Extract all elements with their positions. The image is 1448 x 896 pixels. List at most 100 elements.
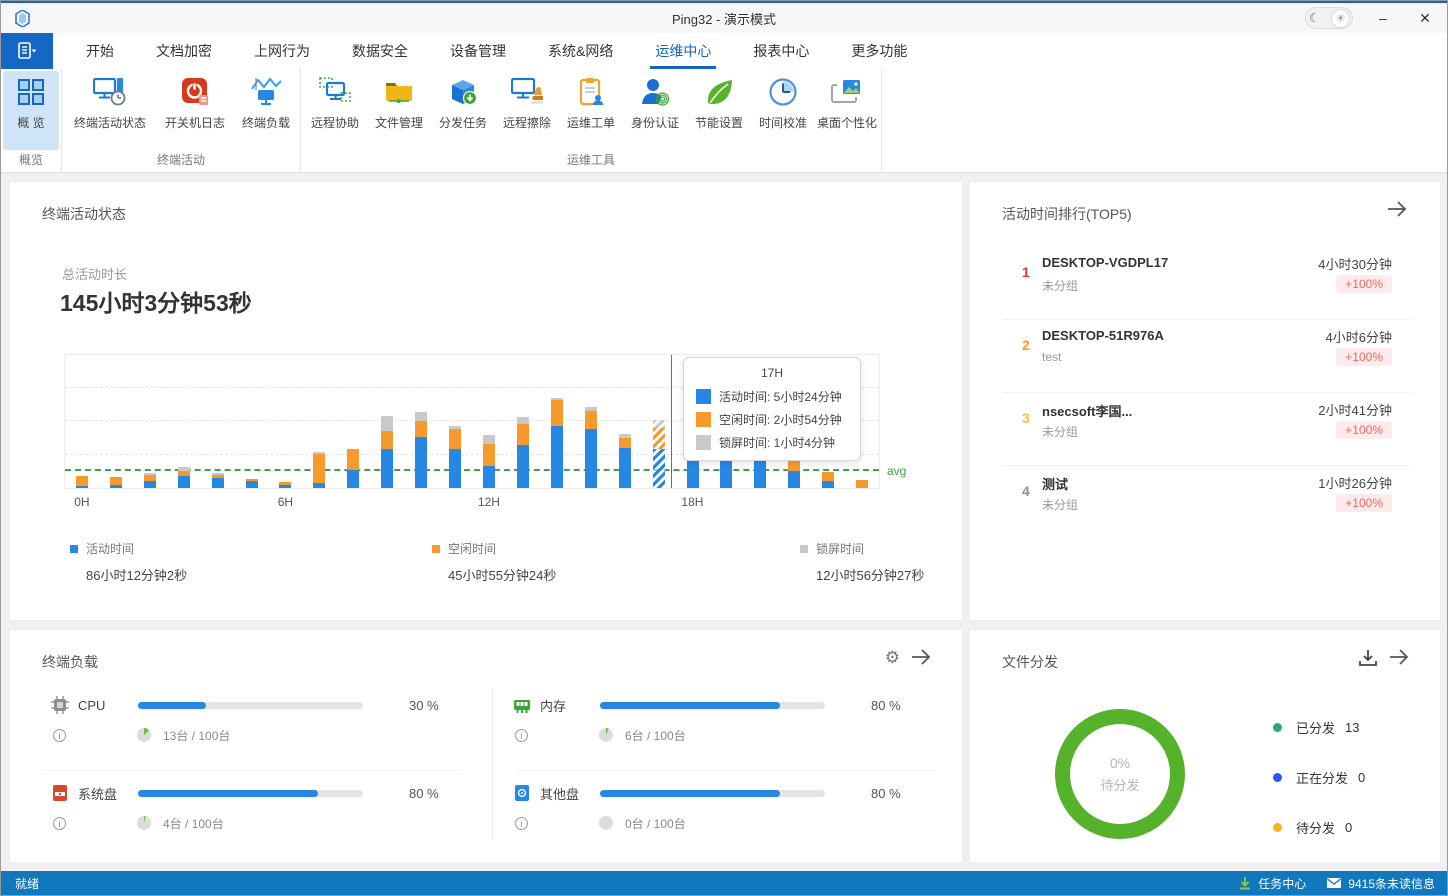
divider xyxy=(492,688,493,840)
metric-percent: 80 % xyxy=(871,786,901,801)
load-chart-icon xyxy=(250,77,282,107)
bar-segment xyxy=(619,448,631,488)
bar-hour-9H[interactable] xyxy=(370,355,404,488)
theme-toggle[interactable]: ☾ ☀ xyxy=(1305,7,1353,29)
bar-segment xyxy=(381,449,393,488)
legend-item-locked: 锁屏时间 12小时56分钟27秒 xyxy=(800,540,924,584)
top5-row-4[interactable]: 4 测试 未分组 1小时26分钟 +100% xyxy=(1002,466,1410,539)
top5-row-2[interactable]: 2 DESKTOP-51R976A test 4小时6分钟 +100% xyxy=(1002,320,1410,393)
bar-segment xyxy=(619,438,631,448)
bar-hour-10H[interactable] xyxy=(404,355,438,488)
duration: 1小时26分钟 xyxy=(1318,473,1392,492)
bar-segment xyxy=(381,431,393,449)
bar-hour-11H[interactable] xyxy=(438,355,472,488)
overview-button[interactable]: 概 览 xyxy=(3,71,59,150)
legend-dot xyxy=(1273,773,1282,782)
info-icon[interactable]: i xyxy=(53,817,66,830)
button-remote-assist[interactable]: 远程协助 xyxy=(303,71,367,150)
tab-xitongwangluo[interactable]: 系统&网络 xyxy=(527,33,634,69)
tab-shebeiguanli[interactable]: 设备管理 xyxy=(429,33,527,69)
tab-kaishi[interactable]: 开始 xyxy=(65,33,135,69)
toolbar-group-overview: 概 览 概览 xyxy=(1,69,62,172)
overview-icon xyxy=(16,77,46,107)
pie-icon xyxy=(137,728,151,742)
panel-terminal-load: 终端负载 ⚙ CPU 30 % i 13台 / 100台 内存 xyxy=(9,629,963,863)
window-title: Ping32 - 演示模式 xyxy=(1,9,1447,28)
bar-hour-1H[interactable] xyxy=(99,355,133,488)
minimize-button[interactable]: – xyxy=(1371,10,1395,26)
bar-hour-3H[interactable] xyxy=(167,355,201,488)
bar-segment xyxy=(415,437,427,488)
tab-yunweizhongxin[interactable]: 运维中心 xyxy=(634,33,732,69)
tab-wendangjiami[interactable]: 文档加密 xyxy=(135,33,233,69)
bar-hour-15H[interactable] xyxy=(574,355,608,488)
bar-hour-13H[interactable] xyxy=(506,355,540,488)
top5-row-3[interactable]: 3 nsecsoft李国... 未分组 2小时41分钟 +100% xyxy=(1002,393,1410,466)
bar-hour-8H[interactable] xyxy=(336,355,370,488)
panel-activity-top5: 活动时间排行(TOP5) 1 DESKTOP-VGDPL17 未分组 4小时30… xyxy=(969,181,1441,621)
info-icon[interactable]: i xyxy=(53,729,66,742)
info-icon[interactable]: i xyxy=(515,729,528,742)
gear-icon[interactable]: ⚙ xyxy=(885,648,900,668)
button-time-calibration[interactable]: 时间校准 xyxy=(751,71,815,150)
title-bar: Ping32 - 演示模式 ☾ ☀ – ✕ xyxy=(1,1,1447,33)
download-icon[interactable] xyxy=(1358,648,1378,673)
divider xyxy=(42,770,462,771)
button-energy-settings[interactable]: 节能设置 xyxy=(687,71,751,150)
bar-hour-4H[interactable] xyxy=(201,355,235,488)
activity-chart[interactable]: avg 0H 6H 12H 18H 17H 活动时间: 5小时24分钟 空闲时间… xyxy=(64,354,880,489)
app-menu-button[interactable] xyxy=(1,33,53,69)
metric-count: 4台 / 100台 xyxy=(163,815,224,832)
bar-hour-5H[interactable] xyxy=(235,355,269,488)
button-terminal-load[interactable]: 终端负载 xyxy=(234,71,298,150)
terminal-name: nsecsoft李国... xyxy=(1042,401,1132,420)
metric-count: 6台 / 100台 xyxy=(625,727,686,744)
bar-segment xyxy=(551,400,563,426)
bar-hour-6H[interactable] xyxy=(269,355,303,488)
top5-row-1[interactable]: 1 DESKTOP-VGDPL17 未分组 4小时30分钟 +100% xyxy=(1002,247,1410,320)
arrow-right-icon[interactable] xyxy=(910,648,932,671)
bar-hour-2H[interactable] xyxy=(133,355,167,488)
progress-bar xyxy=(138,790,363,797)
legend-swatch xyxy=(432,545,440,553)
bar-hour-14H[interactable] xyxy=(540,355,574,488)
button-desktop-personalization[interactable]: 桌面个性化 xyxy=(815,71,879,150)
rank: 4 xyxy=(1022,483,1030,499)
button-file-manager[interactable]: 文件管理 xyxy=(367,71,431,150)
cpu-icon xyxy=(50,696,70,714)
bar-hour-12H[interactable] xyxy=(472,355,506,488)
tab-baobiaozhongxin[interactable]: 报表中心 xyxy=(732,33,830,69)
duration: 4小时6分钟 xyxy=(1326,327,1392,346)
bar-segment xyxy=(585,411,597,429)
bar-segment xyxy=(653,420,665,428)
task-center-button[interactable]: 任务中心 xyxy=(1238,875,1306,892)
bar-segment xyxy=(313,483,325,488)
bar-hour-16H[interactable] xyxy=(608,355,642,488)
button-work-order[interactable]: 运维工单 xyxy=(559,71,623,150)
tooltip-text: 空闲时间: 2小时54分钟 xyxy=(719,411,842,428)
tooltip-swatch-idle xyxy=(696,412,711,427)
legend-label: 锁屏时间 xyxy=(816,540,864,557)
arrow-right-icon[interactable] xyxy=(1388,648,1410,671)
distribute-task-icon xyxy=(448,77,478,107)
bar-hour-7H[interactable] xyxy=(302,355,336,488)
bar-segment xyxy=(449,429,461,449)
bar-hour-0H[interactable] xyxy=(65,355,99,488)
info-icon[interactable]: i xyxy=(515,817,528,830)
arrow-right-icon[interactable] xyxy=(1386,200,1408,223)
button-terminal-activity[interactable]: 终端活动状态 xyxy=(64,71,156,150)
x-tick: 12H xyxy=(478,495,500,509)
tab-shangwangxingwei[interactable]: 上网行为 xyxy=(233,33,331,69)
button-remote-wipe[interactable]: 远程擦除 xyxy=(495,71,559,150)
tab-shujuanquan[interactable]: 数据安全 xyxy=(331,33,429,69)
group-label-tools: 运维工具 xyxy=(303,150,879,172)
tab-gengduogongneng[interactable]: 更多功能 xyxy=(830,33,928,69)
button-power-log[interactable]: 开关机日志 xyxy=(156,71,234,150)
legend-swatch xyxy=(800,545,808,553)
terminal-group: test xyxy=(1042,350,1061,364)
button-identity-auth[interactable]: 身份认证 xyxy=(623,71,687,150)
unread-messages-button[interactable]: 9415条未读信息 xyxy=(1326,875,1435,892)
button-distribute-task[interactable]: 分发任务 xyxy=(431,71,495,150)
duration: 4小时30分钟 xyxy=(1318,254,1392,273)
close-button[interactable]: ✕ xyxy=(1413,10,1437,27)
